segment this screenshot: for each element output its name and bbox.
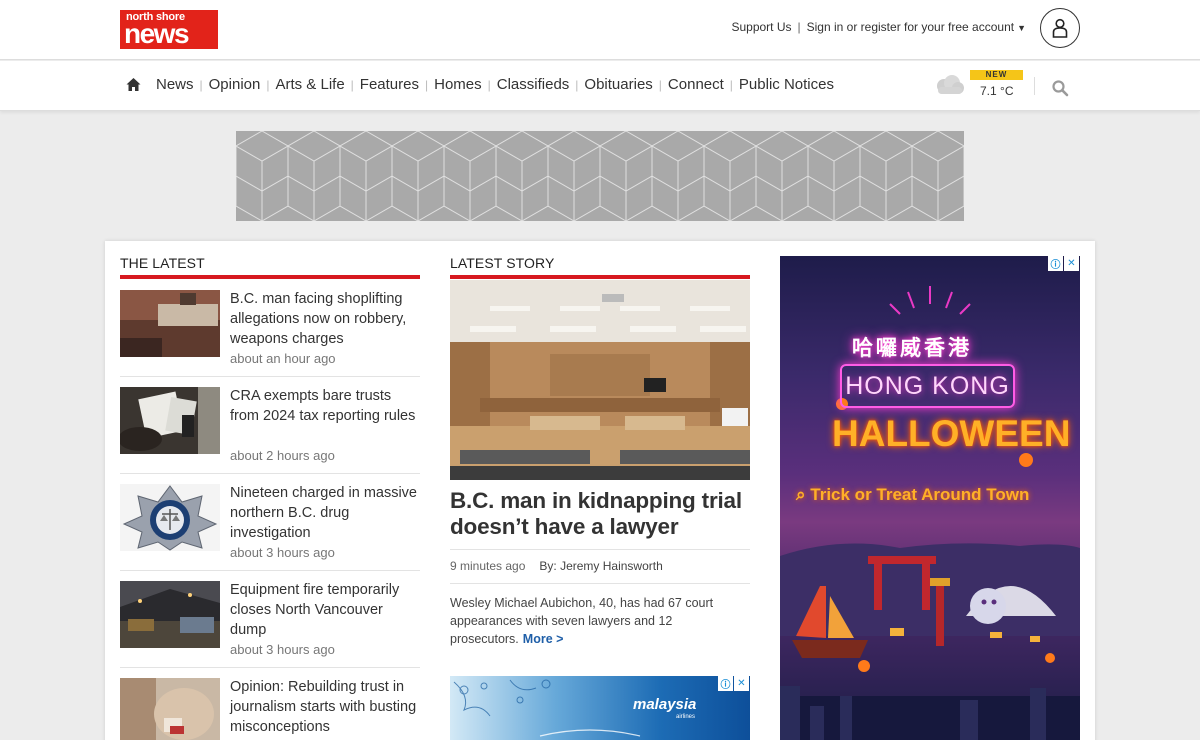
home-icon[interactable] [126,77,141,92]
nav-homes[interactable]: Homes [428,76,488,93]
nav-connect[interactable]: Connect [662,76,730,93]
section-rule [120,275,420,279]
close-icon[interactable]: ✕ [734,676,749,691]
adchoices-control[interactable]: ⓘ ✕ [718,676,749,691]
search-icon[interactable] [1051,79,1069,97]
user-account-button[interactable] [1040,8,1080,48]
cloud-icon [937,75,964,94]
latest-list: B.C. man facing shoplifting allegations … [120,280,420,740]
story-headline[interactable]: Opinion: Rebuilding trust in journalism … [230,677,422,737]
separator: | [797,20,801,34]
feature-headline[interactable]: B.C. man in kidnapping trial doesn’t hav… [450,488,750,540]
feature-byline[interactable]: By: Jeremy Hainsworth [539,559,662,573]
account-links: Support Us | Sign in or register for your … [731,20,1026,34]
nav-public-notices[interactable]: Public Notices [733,76,840,93]
caret-down-icon[interactable]: ▼ [1017,23,1026,33]
side-ad[interactable]: ⓘ ✕ 哈囉威香港 HONG KONG HALLOWEEN ⌕ Trick or… [780,256,1080,740]
nav-opinion[interactable]: Opinion [203,76,267,93]
nav-arts-life[interactable]: Arts & Life [269,76,350,93]
latest-section-title: THE LATEST [120,255,205,271]
main-nav: News | Opinion | Arts & Life | Features | Ho… [126,76,840,93]
list-item[interactable]: Equipment fire temporarily closes North … [120,571,420,668]
adchoices-control[interactable]: ⓘ ✕ [1048,256,1079,271]
story-thumbnail[interactable] [120,387,220,454]
list-item[interactable]: CRA exempts bare trusts from 2024 tax re… [120,377,420,474]
list-item[interactable]: Opinion: Rebuilding trust in journalism … [120,668,420,740]
ad-chinese-title: 哈囉威香港 [852,337,972,360]
story-headline[interactable]: B.C. man facing shoplifting allegations … [230,289,422,349]
adchoices-icon[interactable]: ⓘ [718,676,733,691]
nav-classifieds[interactable]: Classifieds [491,76,576,93]
story-thumbnail[interactable] [120,678,220,740]
ad-brand: malaysia [633,696,697,713]
nav-features[interactable]: Features [354,76,425,93]
ad-hong-kong-sign: HONG KONG [840,364,1015,408]
main-nav-bar: News | Opinion | Arts & Life | Features | Ho… [0,61,1200,111]
story-thumbnail[interactable] [120,290,220,357]
list-item[interactable]: B.C. man facing shoplifting allegations … [120,280,420,377]
feature-time: 9 minutes ago [450,559,526,573]
feature-meta: 9 minutes ago By: Jeremy Hainsworth [450,559,663,573]
section-rule [450,275,750,279]
ad-halloween-title: HALLOWEEN [832,413,1071,454]
story-headline[interactable]: Nineteen charged in massive northern B.C… [230,483,422,543]
ad-brand-sub: airlines [676,714,696,720]
mini-ad[interactable]: malaysia airlines ⓘ ✕ [450,676,750,740]
more-link[interactable]: More > [523,632,564,646]
story-time: about 3 hours ago [230,545,335,560]
nav-divider [1034,77,1035,95]
story-thumbnail[interactable] [120,581,220,648]
magnifier-icon: ⌕ [796,485,806,504]
logo-line2: news [124,18,190,49]
story-time: about an hour ago [230,351,336,366]
temperature: 7.1 °C [980,84,1014,98]
ad-tagline: ⌕ Trick or Treat Around Town [796,485,1076,505]
story-time: about 3 hours ago [230,642,335,657]
ad-tagline-text: Trick or Treat Around Town [810,485,1030,504]
list-item[interactable]: Nineteen charged in massive northern B.C… [120,474,420,571]
adchoices-icon[interactable]: ⓘ [1048,256,1063,271]
site-logo[interactable]: north shore news [120,10,218,49]
divider [450,549,750,550]
story-thumbnail[interactable] [120,484,220,551]
nav-obituaries[interactable]: Obituaries [578,76,658,93]
new-badge: NEW [970,70,1023,80]
cube-pattern [236,131,964,221]
story-headline[interactable]: Equipment fire temporarily closes North … [230,580,422,640]
feature-summary: Wesley Michael Aubichon, 40, has had 67 … [450,594,750,648]
nav-news[interactable]: News [150,76,200,93]
signin-link[interactable]: Sign in or register for your free accoun… [807,20,1014,34]
support-us-link[interactable]: Support Us [731,20,791,34]
ad-floral-pattern [453,679,641,737]
ad-banner-placeholder[interactable] [236,131,964,221]
latest-story-section-title: LATEST STORY [450,255,555,271]
feature-summary-text: Wesley Michael Aubichon, 40, has had 67 … [450,596,714,646]
story-headline[interactable]: CRA exempts bare trusts from 2024 tax re… [230,386,422,426]
close-icon[interactable]: ✕ [1064,256,1079,271]
divider [450,583,750,584]
user-icon [1052,18,1068,38]
weather-widget[interactable]: NEW 7.1 °C [933,69,1028,105]
story-time: about 2 hours ago [230,448,335,463]
feature-image[interactable] [450,280,750,480]
top-bar: north shore news Support Us | Sign in or r… [0,0,1200,60]
